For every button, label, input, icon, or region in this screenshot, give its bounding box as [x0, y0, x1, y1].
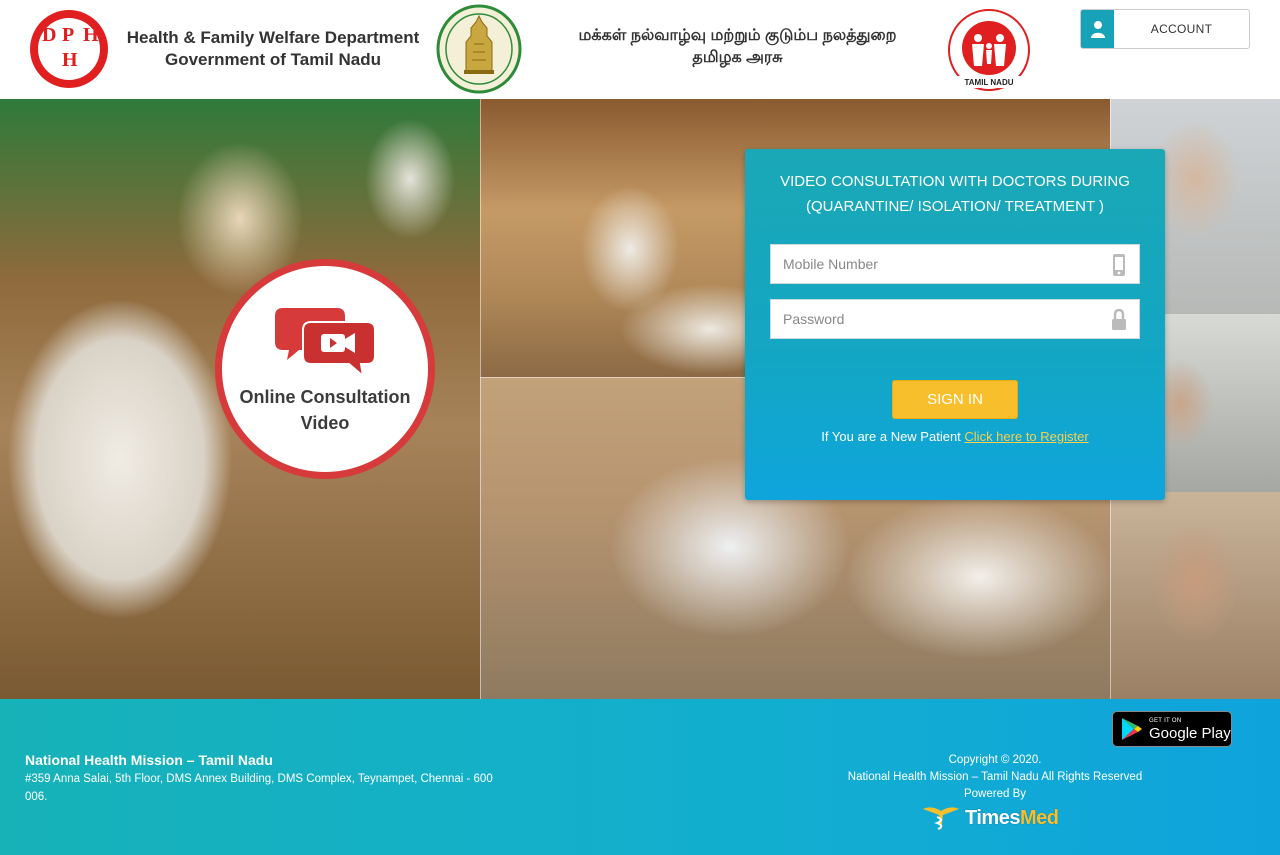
mobile-number-field — [770, 244, 1140, 284]
login-panel: VIDEO CONSULTATION WITH DOCTORS DURING (… — [745, 149, 1165, 500]
register-link[interactable]: Click here to Register — [964, 429, 1088, 444]
login-title-line1: VIDEO CONSULTATION WITH DOCTORS DURING — [780, 173, 1130, 190]
online-consultation-line2: Video — [300, 413, 350, 433]
login-title: VIDEO CONSULTATION WITH DOCTORS DURING (… — [765, 169, 1145, 219]
account-label: ACCOUNT — [1150, 22, 1213, 36]
caduceus-icon — [923, 807, 959, 831]
register-prompt-text: If You are a New Patient — [821, 429, 961, 444]
lock-icon — [1112, 309, 1126, 330]
online-consultation-badge: Online Consultation Video — [215, 259, 435, 479]
tamil-title-line2: தமிழக அரசு — [692, 49, 783, 66]
site-footer: GET IT ON Google Play National Health Mi… — [0, 699, 1280, 855]
hero-banner: Online Consultation Video VIDEO CONSULTA… — [0, 99, 1280, 699]
tamil-title-line1: மக்கள் நல்வாழ்வு மற்றும் குடும்ப நலத்துற… — [578, 27, 897, 44]
dph-letter-p: P — [62, 24, 74, 46]
dph-letter-d: D — [42, 24, 56, 46]
footer-org-address: #359 Anna Salai, 5th Floor, DMS Annex Bu… — [25, 773, 493, 803]
department-title-line2: Government of Tamil Nadu — [165, 50, 381, 69]
password-input[interactable] — [771, 300, 1139, 338]
timesmed-wordmark-med: Med — [1019, 806, 1059, 829]
google-play-big-text: Google Play — [1149, 724, 1231, 742]
account-button[interactable]: ACCOUNT — [1080, 9, 1250, 49]
tamil-nadu-emblem — [436, 4, 522, 94]
password-field — [770, 299, 1140, 339]
site-header: D P H H Health & Family Welfare Departme… — [0, 0, 1280, 99]
photo-divider — [480, 99, 481, 699]
timesmed-wordmark: TimesMed — [965, 806, 1059, 830]
mobile-phone-icon — [1113, 254, 1125, 276]
google-play-small-text: GET IT ON — [1149, 717, 1182, 724]
register-prompt: If You are a New Patient Click here to R… — [745, 429, 1165, 444]
sign-in-button[interactable]: SIGN IN — [892, 380, 1018, 419]
timesmed-wordmark-times: Times — [965, 806, 1020, 829]
nhm-logo-subtitle: TAMIL NADU — [964, 78, 1013, 87]
tamil-title: மக்கள் நல்வாழ்வு மற்றும் குடும்ப நலத்துற… — [545, 25, 930, 69]
footer-org-name: National Health Mission – Tamil Nadu — [25, 752, 273, 768]
dph-logo[interactable]: D P H H — [28, 6, 110, 92]
copyright-block: Copyright © 2020. National Health Missio… — [800, 752, 1190, 803]
user-icon — [1081, 10, 1114, 48]
timesmed-logo[interactable]: TimesMed — [921, 801, 1071, 835]
google-play-badge[interactable]: GET IT ON Google Play — [1112, 711, 1232, 747]
online-consultation-line1: Online Consultation — [239, 387, 411, 407]
rights-text: National Health Mission – Tamil Nadu All… — [847, 771, 1143, 783]
online-consultation-label: Online Consultation Video — [235, 384, 415, 436]
nhm-logo: TAMIL NADU — [948, 9, 1030, 91]
mobile-number-input[interactable] — [771, 245, 1139, 283]
hero-photo-video-participant-3 — [1110, 492, 1280, 699]
video-chat-icon — [275, 308, 376, 378]
department-title: Health & Family Welfare Department Gover… — [123, 27, 423, 71]
copyright-text: Copyright © 2020. — [948, 754, 1042, 766]
google-play-icon — [1122, 718, 1142, 740]
login-title-line2: (QUARANTINE/ ISOLATION/ TREATMENT ) — [805, 198, 1105, 215]
dph-letter-h: H — [83, 24, 99, 46]
dph-letter-h2: H — [62, 49, 78, 71]
department-title-line1: Health & Family Welfare Department — [126, 28, 420, 47]
